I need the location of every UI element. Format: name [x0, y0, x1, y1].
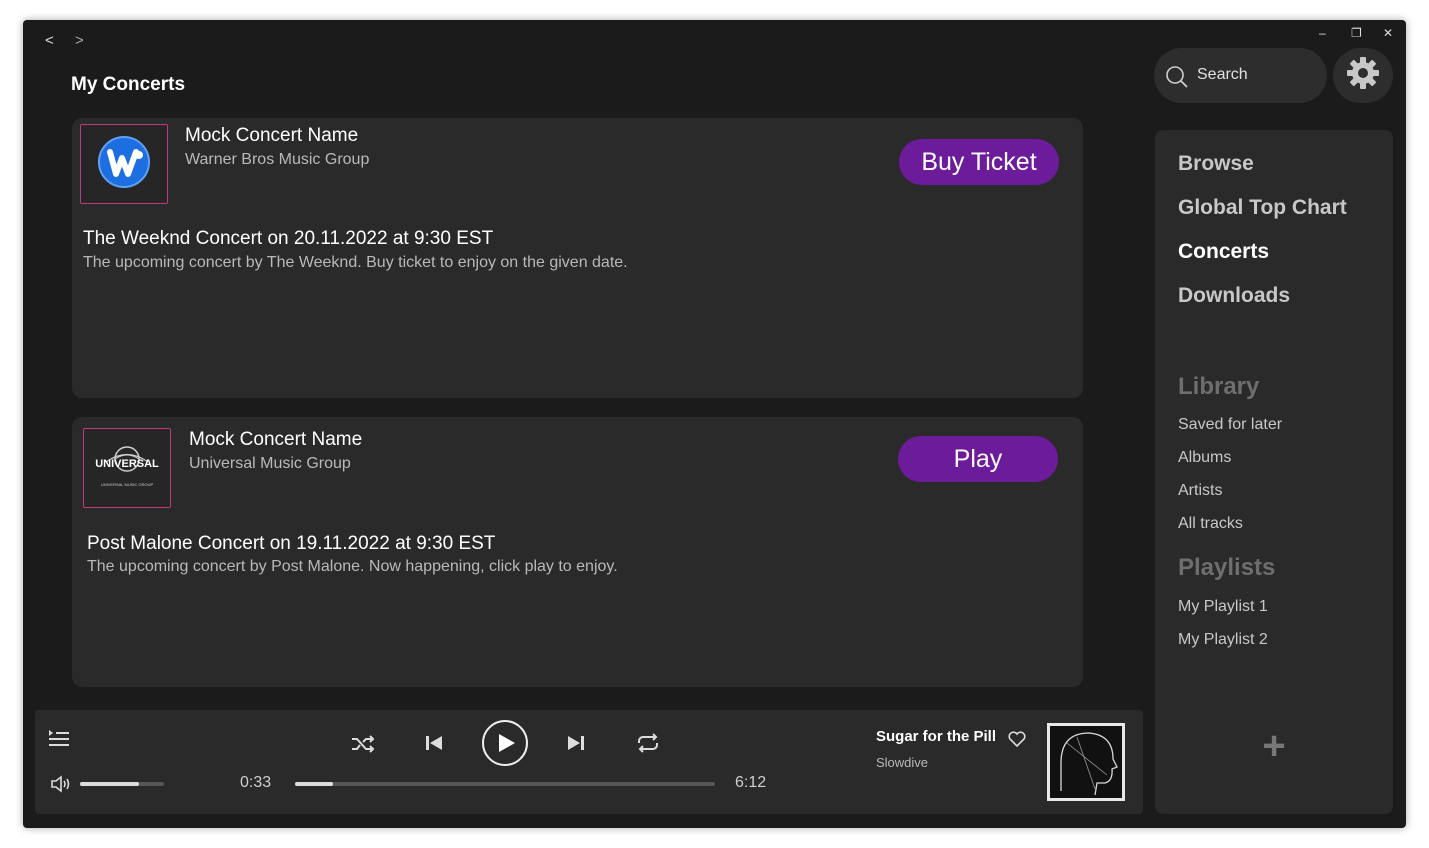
universal-logo-subtext: UNIVERSAL MUSIC GROUP — [100, 482, 154, 487]
play-pause-button[interactable] — [481, 719, 529, 772]
heart-icon[interactable] — [1008, 731, 1026, 752]
back-button[interactable]: < — [45, 32, 54, 49]
play-concert-button[interactable]: Play — [898, 436, 1058, 482]
library-heading: Library — [1178, 373, 1260, 400]
volume-fill — [80, 782, 139, 786]
concert-title: The Weeknd Concert on 20.11.2022 at 9:30… — [83, 228, 494, 249]
track-title[interactable]: Sugar for the Pill — [876, 728, 996, 745]
sidebar-item-my-playlist-1[interactable]: My Playlist 1 — [1178, 598, 1268, 616]
sidebar-item-all-tracks[interactable]: All tracks — [1178, 515, 1243, 533]
sidebar-item-browse[interactable]: Browse — [1178, 152, 1254, 176]
forward-button[interactable]: > — [75, 32, 84, 49]
sidebar-item-albums[interactable]: Albums — [1178, 449, 1231, 467]
sidebar-item-saved-for-later[interactable]: Saved for later — [1178, 416, 1282, 434]
settings-button[interactable] — [1333, 48, 1393, 103]
universal-logo-text: UNIVERSAL — [95, 458, 159, 470]
concert-name: Mock Concert Name — [185, 125, 359, 146]
sidebar-item-concerts[interactable]: Concerts — [1178, 240, 1269, 264]
next-track-icon[interactable] — [567, 734, 585, 757]
concert-card: Mock Concert Name Warner Bros Music Grou… — [72, 118, 1083, 398]
concert-card: UNIVERSAL UNIVERSAL MUSIC GROUP Mock Con… — [72, 417, 1083, 687]
elapsed-time: 0:33 — [240, 774, 272, 791]
player-bar: 0:33 6:12 Sugar for the Pill Slowdive — [35, 710, 1143, 814]
track-artist[interactable]: Slowdive — [876, 755, 928, 770]
concert-description: The upcoming concert by Post Malone. Now… — [87, 558, 618, 575]
warner-logo — [80, 124, 168, 204]
gear-icon — [1346, 56, 1380, 95]
concert-organizer: Universal Music Group — [189, 455, 351, 472]
buy-ticket-button[interactable]: Buy Ticket — [899, 139, 1059, 185]
volume-slider[interactable] — [80, 782, 164, 786]
queue-icon[interactable] — [48, 728, 70, 753]
sidebar-item-global-top-chart[interactable]: Global Top Chart — [1178, 196, 1347, 220]
sidebar-item-my-playlist-2[interactable]: My Playlist 2 — [1178, 631, 1268, 649]
concert-organizer: Warner Bros Music Group — [185, 151, 370, 168]
sidebar: Browse Global Top Chart Concerts Downloa… — [1155, 130, 1393, 814]
concert-description: The upcoming concert by The Weeknd. Buy … — [83, 254, 628, 271]
close-button[interactable]: ✕ — [1383, 26, 1393, 40]
progress-fill — [295, 782, 333, 786]
playlists-heading: Playlists — [1178, 554, 1276, 581]
concert-title: Post Malone Concert on 19.11.2022 at 9:3… — [87, 533, 496, 554]
sidebar-item-artists[interactable]: Artists — [1178, 482, 1222, 500]
repeat-icon[interactable] — [636, 733, 660, 758]
app-window: < > – ❐ ✕ My Concerts Mock Concert Name … — [23, 20, 1406, 828]
universal-logo: UNIVERSAL UNIVERSAL MUSIC GROUP — [83, 428, 171, 508]
search-icon — [1165, 65, 1189, 94]
page-title: My Concerts — [71, 74, 186, 95]
search-placeholder: Search — [1197, 66, 1248, 83]
progress-bar[interactable] — [295, 782, 715, 786]
sidebar-item-downloads[interactable]: Downloads — [1178, 284, 1290, 308]
concert-name: Mock Concert Name — [189, 429, 363, 450]
search-box[interactable]: Search — [1154, 48, 1327, 103]
duration-time: 6:12 — [735, 774, 767, 791]
previous-track-icon[interactable] — [425, 734, 443, 757]
add-playlist-button[interactable]: + — [1155, 724, 1393, 769]
minimize-button[interactable]: – — [1319, 26, 1326, 40]
album-art[interactable] — [1047, 723, 1125, 801]
restore-button[interactable]: ❐ — [1351, 26, 1362, 40]
shuffle-icon[interactable] — [351, 735, 375, 758]
volume-icon[interactable] — [50, 775, 72, 798]
